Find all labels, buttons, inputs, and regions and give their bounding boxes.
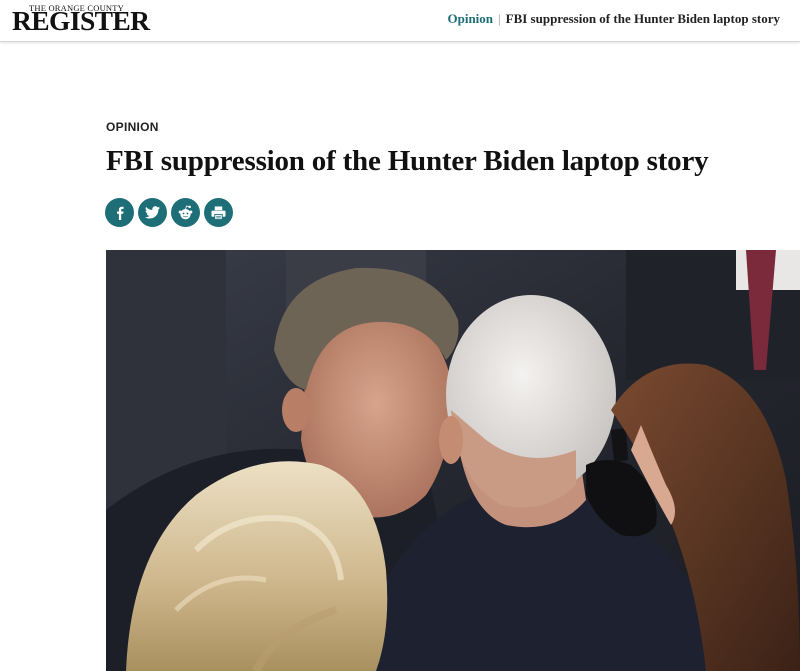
site-header: THE ORANGE COUNTY REGISTER Opinion | FBI s… — [0, 0, 800, 42]
article-kicker[interactable]: OPINION — [106, 120, 159, 134]
reddit-icon — [178, 205, 193, 220]
logo-wordmark: REGISTER — [12, 6, 150, 36]
article-hero-image — [106, 250, 800, 671]
share-twitter-button[interactable] — [138, 198, 167, 227]
breadcrumb-section-link[interactable]: Opinion — [447, 11, 493, 26]
share-bar — [105, 198, 233, 227]
article-headline: FBI suppression of the Hunter Biden lapt… — [106, 145, 709, 177]
hero-photo — [106, 250, 800, 671]
facebook-icon — [116, 206, 124, 220]
share-facebook-button[interactable] — [105, 198, 134, 227]
breadcrumb-separator: | — [498, 11, 501, 26]
twitter-icon — [145, 206, 160, 219]
share-reddit-button[interactable] — [171, 198, 200, 227]
breadcrumb: Opinion | FBI suppression of the Hunter Bi… — [447, 11, 780, 27]
print-icon — [211, 205, 226, 220]
print-button[interactable] — [204, 198, 233, 227]
breadcrumb-article-title: FBI suppression of the Hunter Biden lapt… — [505, 11, 780, 26]
